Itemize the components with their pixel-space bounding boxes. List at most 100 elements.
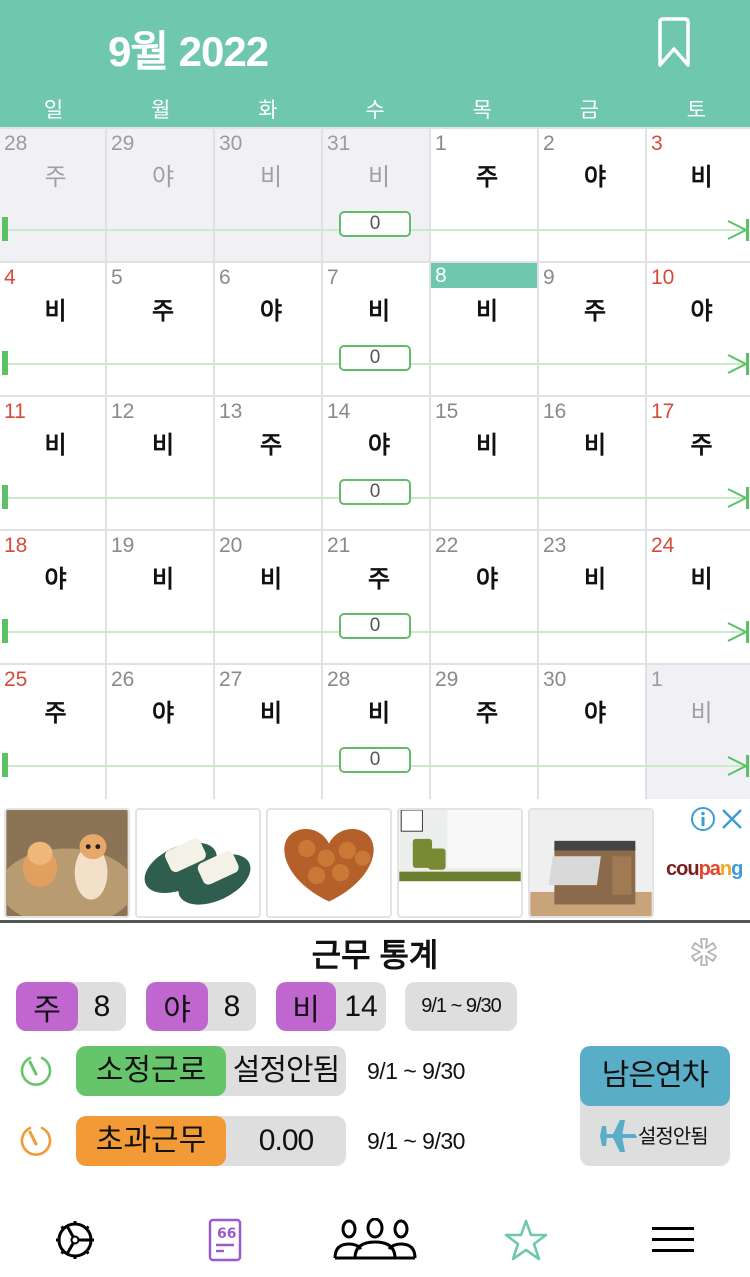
calendar-day[interactable]: 5주 xyxy=(107,263,215,397)
week-start-marker xyxy=(2,485,8,509)
month-title[interactable]: 9월 2022 xyxy=(108,18,269,79)
ad-item-shoe-cabinet[interactable] xyxy=(528,808,654,918)
knot-cushion-image xyxy=(268,810,390,916)
week-start-marker xyxy=(2,753,8,777)
shift-label: 야 xyxy=(151,164,175,191)
regular-work-value: 설정안됨 xyxy=(232,1054,340,1087)
calendar-day[interactable]: 10 야 xyxy=(647,263,750,397)
calendar-day[interactable]: 6야 xyxy=(215,263,323,397)
calendar-day[interactable]: 14 야 xyxy=(323,397,431,531)
bookmark-icon[interactable] xyxy=(656,16,692,70)
count-range[interactable]: 9/1 ~ 9/30 xyxy=(405,982,517,1031)
off-shift-count[interactable]: 비 14 xyxy=(276,982,386,1031)
app-header: 9월 2022 일 월 화 수 목 금 토 xyxy=(0,0,750,127)
day-number: 4 xyxy=(4,266,16,289)
calendar-day[interactable]: 26 야 xyxy=(107,665,215,799)
week-end-arrow-icon xyxy=(727,621,749,643)
night-shift-count[interactable]: 야 8 xyxy=(146,982,256,1031)
group-icon xyxy=(333,1218,417,1260)
calendar-day[interactable]: 24 비 xyxy=(647,531,750,665)
calendar-day[interactable]: 11 비 xyxy=(0,397,107,531)
calendar-day[interactable]: 1주 xyxy=(431,129,539,263)
calendar-day[interactable]: 18 야 xyxy=(0,531,107,665)
calendar-day[interactable]: 30 야 xyxy=(539,665,647,799)
shift-label: 야 xyxy=(583,164,607,191)
day-number: 5 xyxy=(111,266,123,289)
overtime-bar[interactable]: 초과근무 0.00 xyxy=(76,1116,346,1166)
calendar-day[interactable]: 29 야 xyxy=(107,129,215,263)
calendar-day[interactable]: 15 비 xyxy=(431,397,539,531)
bottom-nav: 66 xyxy=(0,1200,750,1277)
stats-title: 근무 통계 xyxy=(311,937,439,973)
shift-tag: 비 xyxy=(276,982,336,1031)
day-number: 3 xyxy=(651,132,663,155)
day-number: 29 xyxy=(111,132,135,155)
calendar-day[interactable]: 9주 xyxy=(539,263,647,397)
remaining-leave-card[interactable]: 남은연차 설정안됨 xyxy=(580,1046,730,1166)
airplane-icon xyxy=(600,1120,637,1152)
day-number: 23 xyxy=(543,534,567,557)
week-hours-badge[interactable]: 0 xyxy=(339,613,411,639)
shift-label: 주 xyxy=(44,164,67,191)
day-number: 31 xyxy=(327,132,351,155)
ad-banner[interactable] xyxy=(0,804,750,920)
nav-settings[interactable] xyxy=(52,1218,98,1262)
weekday-label: 화 xyxy=(258,99,278,122)
nav-memo[interactable]: 66 xyxy=(202,1218,248,1262)
nav-favorite[interactable] xyxy=(504,1218,548,1262)
calendar-day[interactable]: 3비 xyxy=(647,129,750,263)
timer-icon[interactable] xyxy=(18,1122,54,1160)
close-icon[interactable] xyxy=(720,806,744,832)
calendar-day[interactable]: 28 주 xyxy=(0,129,107,263)
week-hours-badge[interactable]: 0 xyxy=(339,747,411,773)
info-icon[interactable] xyxy=(690,806,716,832)
ad-item-kittens[interactable] xyxy=(4,808,130,918)
week-hours-badge[interactable]: 0 xyxy=(339,345,411,371)
nav-menu[interactable] xyxy=(650,1218,696,1262)
calendar-day[interactable]: 13 주 xyxy=(215,397,323,531)
calendar-day[interactable]: 31 비 xyxy=(323,129,431,263)
week-hours-badge[interactable]: 0 xyxy=(339,479,411,505)
day-number: 1 xyxy=(435,132,447,155)
calendar-day[interactable]: 30 비 xyxy=(215,129,323,263)
calendar-day[interactable]: 22 야 xyxy=(431,531,539,665)
regular-work-bar[interactable]: 소정근로 설정안됨 xyxy=(76,1046,346,1096)
ad-item-knot-cushion[interactable] xyxy=(266,808,392,918)
calendar-day[interactable]: 27 비 xyxy=(215,665,323,799)
day-number: 18 xyxy=(4,534,28,557)
slippers-image xyxy=(137,810,259,916)
calendar-day[interactable]: 1비 xyxy=(647,665,750,799)
calendar-day[interactable]: 2야 xyxy=(539,129,647,263)
calendar-day[interactable]: 12 비 xyxy=(107,397,215,531)
week-hours-badge[interactable]: 0 xyxy=(339,211,411,237)
day-shift-count[interactable]: 주 8 xyxy=(16,982,126,1031)
calendar-day[interactable]: 29 주 xyxy=(431,665,539,799)
calendar-day[interactable]: 4비 xyxy=(0,263,107,397)
day-number: 24 xyxy=(651,534,675,557)
calendar-day[interactable]: 23 비 xyxy=(539,531,647,665)
calendar-day[interactable]: 21 주 xyxy=(323,531,431,665)
calendar-day[interactable]: 19 비 xyxy=(107,531,215,665)
nav-group[interactable] xyxy=(332,1218,418,1262)
overtime-value: 0.00 xyxy=(258,1124,314,1157)
day-number: 10 xyxy=(651,266,675,289)
calendar-day[interactable]: 16 비 xyxy=(539,397,647,531)
asterisk-icon[interactable] xyxy=(688,936,720,968)
timer-icon[interactable] xyxy=(18,1052,54,1090)
day-number: 27 xyxy=(219,668,243,691)
day-number: 15 xyxy=(435,400,459,423)
calendar-day[interactable]: 25 주 xyxy=(0,665,107,799)
calendar-day[interactable]: 7비 xyxy=(323,263,431,397)
calendar-day[interactable]: 20 비 xyxy=(215,531,323,665)
calendar-day[interactable]: 28 비 xyxy=(323,665,431,799)
shift-label: 야 xyxy=(583,700,607,727)
ad-item-slippers[interactable] xyxy=(135,808,261,918)
day-number: 21 xyxy=(327,534,351,557)
calendar-day[interactable]: 17 주 xyxy=(647,397,750,531)
shift-label: 비 xyxy=(367,700,391,727)
remaining-leave-label: 남은연차 xyxy=(580,1046,730,1106)
day-number: 9 xyxy=(543,266,555,289)
calendar-day[interactable]: 8비 xyxy=(431,263,539,397)
ad-item-window-seat[interactable] xyxy=(397,808,523,918)
shift-label: 비 xyxy=(44,432,67,459)
